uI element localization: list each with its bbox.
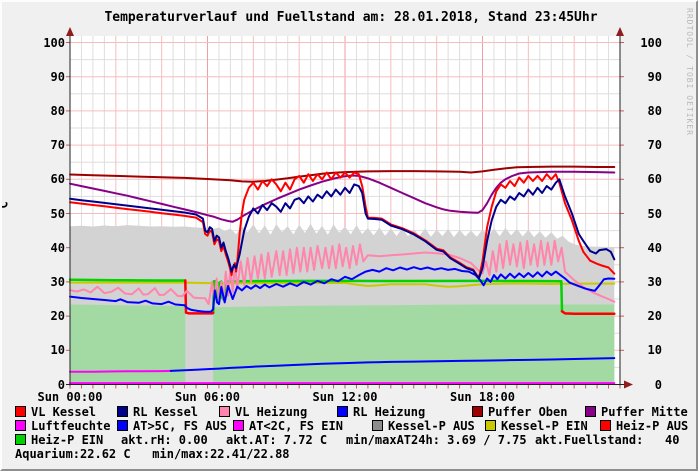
y-axis-arrow-right [616, 27, 624, 36]
legend-label: akt.AT: 7.72 C [226, 433, 327, 447]
legend-text: akt.Fuellstand: 40 [535, 434, 680, 446]
series-heiz-p-ein [70, 280, 185, 281]
legend-item: Kessel-P AUS [372, 420, 475, 432]
area-heiz-p-ein-flaeche [213, 305, 614, 385]
y-tick-label-right: 40 [622, 242, 662, 255]
y-tick-label-left: 80 [21, 105, 65, 118]
legend-label: Puffer Oben [488, 405, 567, 419]
legend-swatch [117, 406, 128, 417]
legend-label: AT>5C, FS AUS [133, 419, 227, 433]
legend-item: AT>5C, FS AUS [117, 420, 227, 432]
legend-label: min/maxAT24h: 3.69 / 7.75 [346, 433, 527, 447]
y-tick-label-left: 30 [21, 276, 65, 289]
y-tick-label-right: 80 [622, 105, 662, 118]
legend-swatch [472, 406, 483, 417]
legend-item: Heiz-P EIN [15, 434, 103, 446]
legend-text: akt.rH: 0.00 [121, 434, 208, 446]
y-tick-label-right: 60 [622, 173, 662, 186]
legend-label: Puffer Mitte [601, 405, 688, 419]
legend-item: Luftfeuchte [15, 420, 110, 432]
legend-item: RL Kessel [117, 406, 198, 418]
y-tick-label-left: 90 [21, 71, 65, 84]
legend-swatch [15, 434, 26, 445]
y-tick-label-left: 40 [21, 242, 65, 255]
legend-text: akt.AT: 7.72 C [226, 434, 327, 446]
y-tick-label-left: 70 [21, 139, 65, 152]
y-tick-label-left: 100 [21, 37, 65, 50]
legend-label: Kessel-P EIN [501, 419, 588, 433]
x-tick-label: Sun 06:00 [168, 391, 248, 404]
legend-label: RL Heizung [353, 405, 425, 419]
y-tick-label-right: 20 [622, 310, 662, 323]
legend-label: Luftfeuchte [31, 419, 110, 433]
legend-item: Puffer Oben [472, 406, 567, 418]
legend-swatch [15, 406, 26, 417]
legend-swatch [233, 420, 244, 431]
legend-text: min/maxAT24h: 3.69 / 7.75 [346, 434, 527, 446]
legend-swatch [117, 420, 128, 431]
y-tick-label-left: 10 [21, 344, 65, 357]
y-tick-label-right: 0 [622, 379, 662, 392]
legend-item: AT<2C, FS EIN [233, 420, 343, 432]
y-tick-label-right: 70 [622, 139, 662, 152]
legend-label: AT<2C, FS EIN [249, 419, 343, 433]
y-axis-arrow-left [66, 27, 74, 36]
legend-item: Heiz-P AUS [600, 420, 688, 432]
legend-label: Aquarium:22.62 C min/max:22.41/22.88 [15, 447, 290, 461]
legend-item: VL Heizung [219, 406, 307, 418]
legend-swatch [372, 420, 383, 431]
y-tick-label-right: 30 [622, 276, 662, 289]
y-tick-label-right: 50 [622, 208, 662, 221]
legend-text: Aquarium:22.62 C min/max:22.41/22.88 [15, 448, 290, 460]
legend-item: VL Kessel [15, 406, 96, 418]
legend-label: Heiz-P EIN [31, 433, 103, 447]
x-tick-label: Sun 18:00 [443, 391, 523, 404]
y-tick-label-left: 60 [21, 173, 65, 186]
y-tick-label-right: 90 [622, 71, 662, 84]
legend-item: Kessel-P EIN [485, 420, 588, 432]
series-at-2c-fs-ein [70, 371, 171, 372]
legend-label: Heiz-P AUS [616, 419, 688, 433]
legend-label: VL Heizung [235, 405, 307, 419]
legend-swatch [337, 406, 348, 417]
legend-label: akt.rH: 0.00 [121, 433, 208, 447]
x-tick-label: Sun 12:00 [305, 391, 385, 404]
y-tick-label-right: 10 [622, 344, 662, 357]
legend-label: Kessel-P AUS [388, 419, 475, 433]
y-tick-label-left: 50 [21, 208, 65, 221]
legend-swatch [485, 420, 496, 431]
x-tick-label: Sun 00:00 [30, 391, 110, 404]
legend-label: RL Kessel [133, 405, 198, 419]
legend-swatch [600, 420, 611, 431]
legend-label: akt.Fuellstand: 40 [535, 433, 680, 447]
legend-swatch [585, 406, 596, 417]
legend-swatch [15, 420, 26, 431]
legend-swatch [219, 406, 230, 417]
legend-item: Puffer Mitte [585, 406, 688, 418]
y-tick-label-left: 20 [21, 310, 65, 323]
rrd-graph-image: Temperaturverlauf und Fuellstand am: 28.… [0, 0, 698, 471]
legend-label: VL Kessel [31, 405, 96, 419]
y-tick-label-right: 100 [622, 37, 662, 50]
legend-item: RL Heizung [337, 406, 425, 418]
